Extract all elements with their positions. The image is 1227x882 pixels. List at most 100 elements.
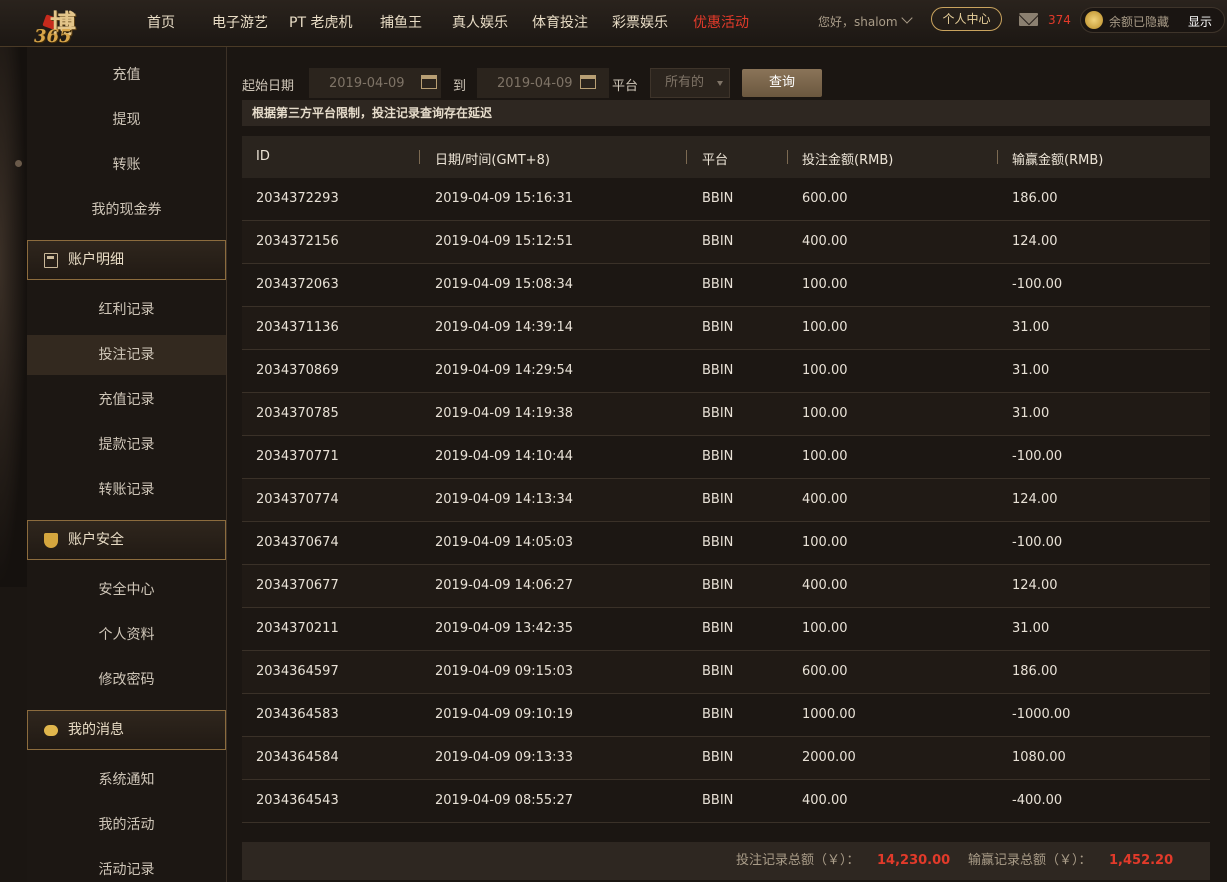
sidebar-item-withdraw[interactable]: 提现 [27, 100, 226, 140]
sidebar-header-my-messages[interactable]: 我的消息 [27, 710, 226, 750]
cell-bet-amount: 100.00 [802, 277, 848, 292]
sidebar-header-account-security[interactable]: 账户安全 [27, 520, 226, 560]
column-divider [997, 150, 998, 164]
nav-home[interactable]: 首页 [147, 12, 175, 32]
table-row: 2034372293 2019-04-09 15:16:31 BBIN 600.00 1… [242, 178, 1210, 221]
column-divider [419, 150, 420, 164]
sidebar-item-withdraw-records[interactable]: 提款记录 [27, 425, 226, 465]
cell-id: 2034372063 [256, 277, 339, 292]
calculator-icon [44, 253, 58, 268]
cell-id: 2034370785 [256, 406, 339, 421]
cell-datetime: 2019-04-09 13:42:35 [435, 621, 574, 636]
cell-datetime: 2019-04-09 09:10:19 [435, 707, 574, 722]
cell-id: 2034364597 [256, 664, 339, 679]
cell-bet-amount: 100.00 [802, 363, 848, 378]
nav-fishing[interactable]: 捕鱼王 [380, 12, 422, 32]
cell-datetime: 2019-04-09 15:16:31 [435, 191, 574, 206]
balance-hidden-text: 余额已隐藏 [1109, 15, 1170, 29]
win-total-value: 1,452.20 [1109, 853, 1174, 868]
cell-datetime: 2019-04-09 09:15:03 [435, 664, 574, 679]
chevron-down-icon[interactable] [901, 12, 913, 24]
nav-sports[interactable]: 体育投注 [532, 12, 588, 32]
nav-electronic-games[interactable]: 电子游艺 [212, 12, 268, 32]
platform-label: 平台 [612, 79, 639, 94]
cell-win-loss: 31.00 [1012, 621, 1050, 636]
mail-count-badge[interactable]: 374 [1048, 13, 1071, 27]
cell-win-loss: 1080.00 [1012, 750, 1066, 765]
coin-icon [1085, 11, 1103, 29]
table-row: 2034370785 2019-04-09 14:19:38 BBIN 100.00 3… [242, 393, 1210, 436]
cell-id: 2034372156 [256, 234, 339, 249]
cell-bet-amount: 100.00 [802, 621, 848, 636]
table-row: 2034372063 2019-04-09 15:08:34 BBIN 100.00 -… [242, 264, 1210, 307]
cell-platform: BBIN [702, 664, 734, 679]
sidebar-item-vouchers[interactable]: 我的现金券 [27, 190, 226, 230]
table-row: 2034370774 2019-04-09 14:13:34 BBIN 400.00 1… [242, 479, 1210, 522]
table-row: 2034372156 2019-04-09 15:12:51 BBIN 400.00 1… [242, 221, 1210, 264]
nav-promotions[interactable]: 优惠活动 [693, 12, 749, 32]
nav-pt-slots[interactable]: PT 老虎机 [289, 12, 352, 32]
sidebar-item-system-notices[interactable]: 系统通知 [27, 760, 226, 800]
cell-platform: BBIN [702, 621, 734, 636]
cell-win-loss: 124.00 [1012, 492, 1058, 507]
top-bar: 博 365 首页 电子游艺 PT 老虎机 捕鱼王 真人娱乐 体育投注 彩票娱乐 … [0, 0, 1227, 47]
table-header: ID 日期/时间(GMT+8) 平台 投注金额(RMB) 输赢金额(RMB) [242, 136, 1210, 178]
user-greeting[interactable]: 您好，shalom [818, 13, 898, 30]
sidebar-header-label: 账户安全 [68, 532, 124, 548]
cell-datetime: 2019-04-09 14:10:44 [435, 449, 574, 464]
sidebar-item-transfer-records[interactable]: 转账记录 [27, 470, 226, 510]
nav-live-casino[interactable]: 真人娱乐 [452, 12, 508, 32]
calendar-icon[interactable] [421, 75, 437, 89]
show-balance-button[interactable]: 显示 [1188, 13, 1212, 30]
sidebar-header-account-details[interactable]: 账户明细 [27, 240, 226, 280]
cell-platform: BBIN [702, 449, 734, 464]
platform-select[interactable]: 所有的 [650, 68, 730, 98]
calendar-icon[interactable] [580, 75, 596, 89]
cell-platform: BBIN [702, 578, 734, 593]
cell-bet-amount: 100.00 [802, 535, 848, 550]
nav-lottery[interactable]: 彩票娱乐 [612, 12, 668, 32]
site-logo[interactable]: 博 365 [28, 4, 118, 47]
platform-select-value: 所有的 [665, 75, 705, 90]
cell-bet-amount: 400.00 [802, 793, 848, 808]
query-button[interactable]: 查询 [742, 69, 822, 97]
sidebar-item-change-password[interactable]: 修改密码 [27, 660, 226, 700]
cell-win-loss: 186.00 [1012, 191, 1058, 206]
sidebar-item-security-center[interactable]: 安全中心 [27, 570, 226, 610]
cell-platform: BBIN [702, 363, 734, 378]
start-date-label: 起始日期 [242, 79, 295, 94]
sidebar-item-deposit-records[interactable]: 充值记录 [27, 380, 226, 420]
cell-win-loss: 31.00 [1012, 363, 1050, 378]
sidebar-item-my-activities[interactable]: 我的活动 [27, 805, 226, 845]
cell-id: 2034364583 [256, 707, 339, 722]
sidebar-header-label: 我的消息 [68, 722, 124, 738]
sidebar-item-bonus-records[interactable]: 红利记录 [27, 290, 226, 330]
cell-win-loss: 124.00 [1012, 234, 1058, 249]
cell-datetime: 2019-04-09 14:05:03 [435, 535, 574, 550]
background-decoration [0, 47, 27, 587]
mail-icon[interactable] [1019, 13, 1038, 26]
cell-id: 2034371136 [256, 320, 339, 335]
cell-id: 2034364543 [256, 793, 339, 808]
cell-win-loss: -100.00 [1012, 277, 1063, 292]
cell-datetime: 2019-04-09 15:12:51 [435, 234, 574, 249]
personal-center-button[interactable]: 个人中心 [931, 7, 1002, 31]
table-row: 2034370869 2019-04-09 14:29:54 BBIN 100.00 3… [242, 350, 1210, 393]
table-row: 2034364583 2019-04-09 09:10:19 BBIN 1000.00… [242, 694, 1210, 737]
cell-platform: BBIN [702, 750, 734, 765]
table-body: 2034372293 2019-04-09 15:16:31 BBIN 600.00 1… [242, 178, 1210, 823]
sidebar-item-deposit[interactable]: 充值 [27, 55, 226, 95]
cell-id: 2034372293 [256, 191, 339, 206]
sidebar-header-label: 账户明细 [68, 252, 124, 268]
cell-platform: BBIN [702, 492, 734, 507]
cell-bet-amount: 600.00 [802, 191, 848, 206]
sidebar-item-profile[interactable]: 个人资料 [27, 615, 226, 655]
cell-datetime: 2019-04-09 14:13:34 [435, 492, 574, 507]
sidebar-item-transfer[interactable]: 转账 [27, 145, 226, 185]
cell-win-loss: -400.00 [1012, 793, 1063, 808]
logo-text-number: 365 [34, 26, 72, 47]
sidebar-item-bet-records[interactable]: 投注记录 [27, 335, 226, 375]
cell-platform: BBIN [702, 191, 734, 206]
win-total-label: 输赢记录总额（￥）： [968, 853, 1092, 868]
sidebar-item-activity-records[interactable]: 活动记录 [27, 850, 226, 882]
